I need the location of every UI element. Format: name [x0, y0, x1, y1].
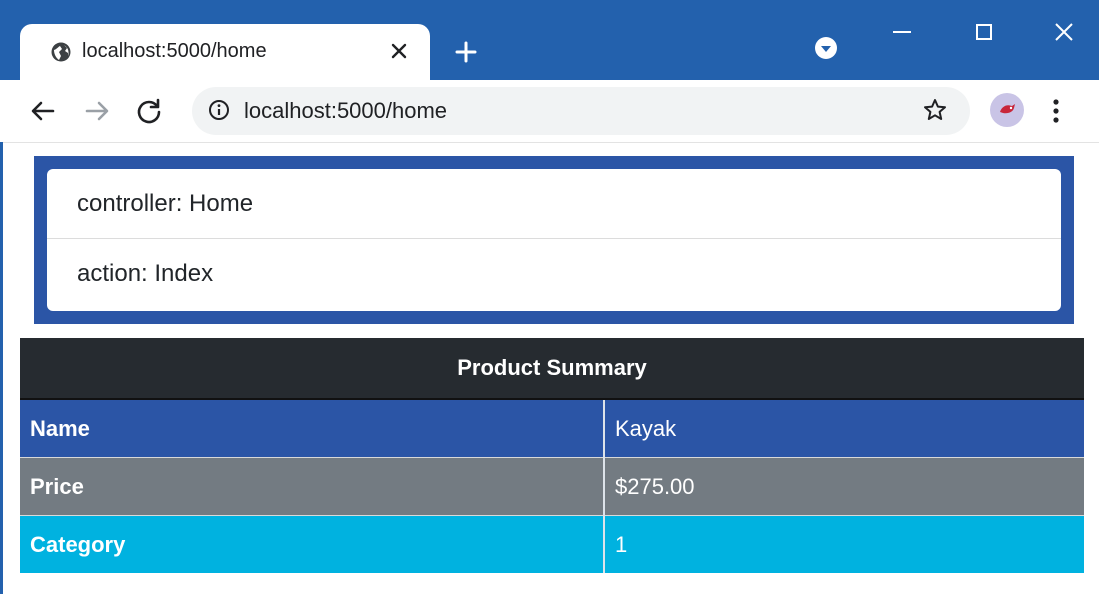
avatar-bird-icon — [996, 97, 1018, 124]
window-close-icon[interactable] — [1050, 18, 1078, 46]
close-icon[interactable] — [386, 38, 412, 64]
row-value: Kayak — [604, 399, 1084, 458]
table-header: Product Summary — [20, 338, 1084, 400]
forward-arrow-icon[interactable] — [82, 96, 112, 126]
browser-titlebar: localhost:5000/home — [0, 0, 1099, 80]
browser-tab[interactable]: localhost:5000/home — [20, 24, 430, 80]
row-key: Name — [20, 399, 605, 458]
plus-icon[interactable] — [452, 38, 480, 66]
star-icon[interactable] — [922, 97, 948, 128]
row-value: $275.00 — [604, 457, 1084, 516]
minimize-icon[interactable] — [888, 18, 916, 46]
back-arrow-icon[interactable] — [28, 96, 58, 126]
more-vert-icon[interactable] — [1050, 96, 1062, 131]
route-info-list: controller: Home action: Index — [47, 169, 1061, 311]
row-key: Category — [20, 515, 605, 573]
product-summary-table: Product Summary Name Kayak Price $275.00… — [20, 338, 1084, 573]
list-item-action: action: Index — [47, 239, 1061, 309]
reload-icon[interactable] — [134, 96, 164, 126]
address-bar[interactable]: localhost:5000/home — [192, 87, 970, 135]
browser-toolbar: localhost:5000/home — [0, 80, 1099, 143]
list-item-controller: controller: Home — [47, 169, 1061, 239]
list-item-text: action: Index — [77, 260, 214, 287]
info-icon[interactable] — [208, 99, 230, 126]
row-key: Price — [20, 457, 605, 516]
avatar[interactable] — [990, 93, 1024, 127]
table-header-row: Product Summary — [20, 338, 1084, 400]
table-row: Category 1 — [20, 515, 1084, 573]
maximize-icon[interactable] — [970, 18, 998, 46]
table-row: Name Kayak — [20, 399, 1084, 458]
route-info-panel: controller: Home action: Index — [34, 156, 1074, 324]
url-text[interactable]: localhost:5000/home — [244, 98, 447, 124]
table-row: Price $275.00 — [20, 457, 1084, 516]
tab-title: localhost:5000/home — [82, 40, 267, 62]
window-border — [0, 142, 3, 594]
row-value: 1 — [604, 515, 1084, 573]
globe-icon — [50, 41, 72, 68]
list-item-text: controller: Home — [77, 189, 254, 217]
chevron-down-circle-icon[interactable] — [813, 35, 839, 61]
